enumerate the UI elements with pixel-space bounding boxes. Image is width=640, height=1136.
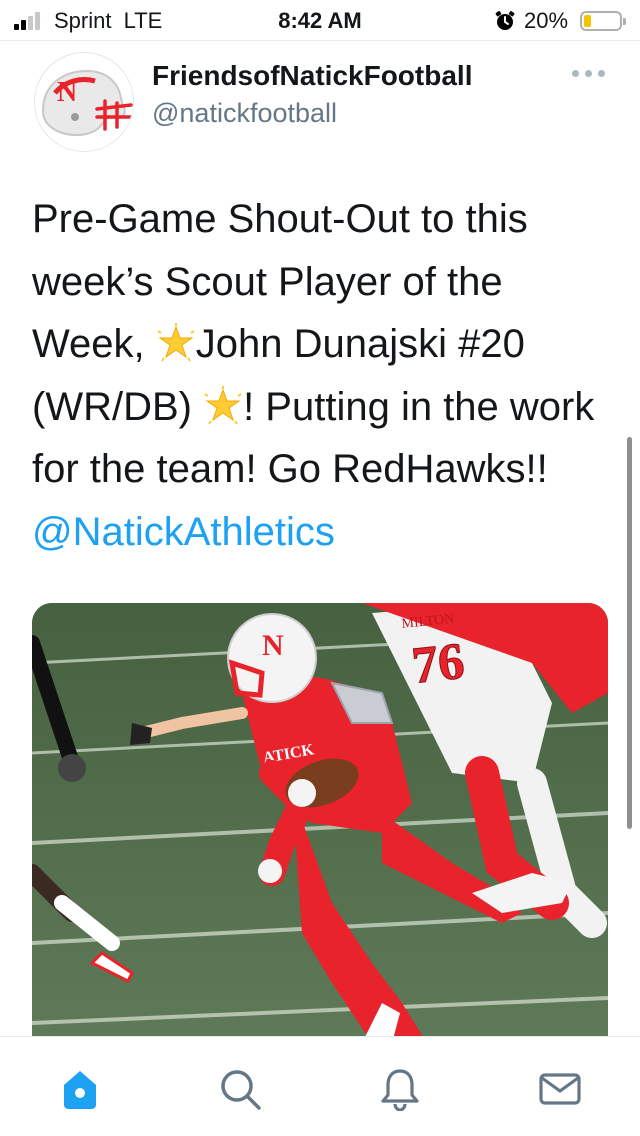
display-name[interactable]: FriendsofNatickFootball — [152, 60, 472, 92]
football-photo: MILTON 76 ATICK N — [32, 603, 608, 1043]
mention-link[interactable]: @NatickAthletics — [32, 510, 335, 554]
search-icon[interactable] — [218, 1067, 262, 1111]
notifications-icon[interactable] — [378, 1067, 422, 1111]
more-options-icon[interactable] — [572, 70, 606, 80]
avatar[interactable]: N — [34, 52, 134, 152]
home-icon[interactable] — [58, 1067, 102, 1111]
bottom-nav — [0, 1036, 640, 1136]
glowing-star-icon — [157, 323, 195, 362]
user-handle[interactable]: @natickfootball — [152, 98, 337, 129]
status-bar: Sprint LTE 8:42 AM 20% — [0, 0, 640, 40]
battery-icon — [580, 11, 626, 31]
tweet-text: Pre-Game Shout-Out to this week’s Scout … — [32, 188, 612, 563]
scrollbar[interactable] — [627, 437, 632, 829]
avatar-letter: N — [57, 77, 77, 108]
tweet-media-image[interactable]: MILTON 76 ATICK N — [32, 603, 608, 1043]
battery-fill — [584, 15, 591, 27]
opponent-jersey-number: 76 — [409, 633, 467, 695]
helmet-letter: N — [262, 629, 284, 662]
glowing-star-icon — [204, 385, 242, 425]
messages-icon[interactable] — [538, 1067, 582, 1111]
battery-percent: 20% — [524, 8, 569, 33]
alarm-clock-icon — [495, 11, 515, 30]
natick-helmet-logo-icon: N — [35, 53, 133, 151]
status-divider — [0, 40, 640, 41]
